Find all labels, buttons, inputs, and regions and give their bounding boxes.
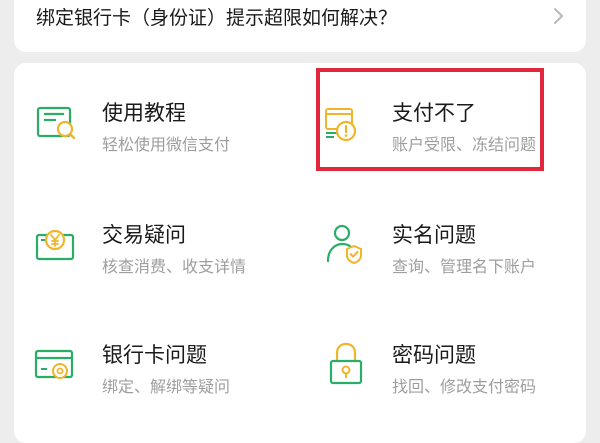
topic-subtitle: 查询、管理名下账户 <box>392 257 537 276</box>
topic-title: 银行卡问题 <box>102 343 207 367</box>
faq-question: 绑定银行卡（身份证）提示超限如何解决？ <box>36 7 398 29</box>
highlight-annotation <box>316 68 544 171</box>
topic-title: 交易疑问 <box>102 223 186 247</box>
topic-tutorial[interactable]: 使用教程 轻松使用微信支付 <box>34 97 304 197</box>
topic-subtitle: 绑定、解绑等疑问 <box>102 377 231 396</box>
topic-title: 使用教程 <box>102 101 186 125</box>
faq-card: 绑定银行卡（身份证）提示超限如何解决？ <box>14 0 586 52</box>
topic-bankcard[interactable]: 银行卡问题 绑定、解绑等疑问 <box>34 339 304 439</box>
topic-subtitle: 轻松使用微信支付 <box>102 135 231 154</box>
topic-subtitle: 找回、修改支付密码 <box>392 377 537 396</box>
lock-icon <box>329 342 363 385</box>
topic-transaction[interactable]: 交易疑问 核查消费、收支详情 <box>34 219 304 319</box>
tutorial-book-icon <box>36 106 76 140</box>
user-shield-icon <box>326 224 362 265</box>
topic-title: 实名问题 <box>392 223 476 247</box>
chevron-right-icon <box>554 8 563 24</box>
topic-subtitle: 核查消费、收支详情 <box>102 257 247 276</box>
bank-card-icon <box>34 349 74 379</box>
topic-realname[interactable]: 实名问题 查询、管理名下账户 <box>324 219 594 319</box>
topic-password[interactable]: 密码问题 找回、修改支付密码 <box>324 339 594 439</box>
topic-title: 密码问题 <box>392 343 476 367</box>
faq-row[interactable]: 绑定银行卡（身份证）提示超限如何解决？ <box>14 0 586 52</box>
yuan-bill-icon <box>35 229 75 261</box>
